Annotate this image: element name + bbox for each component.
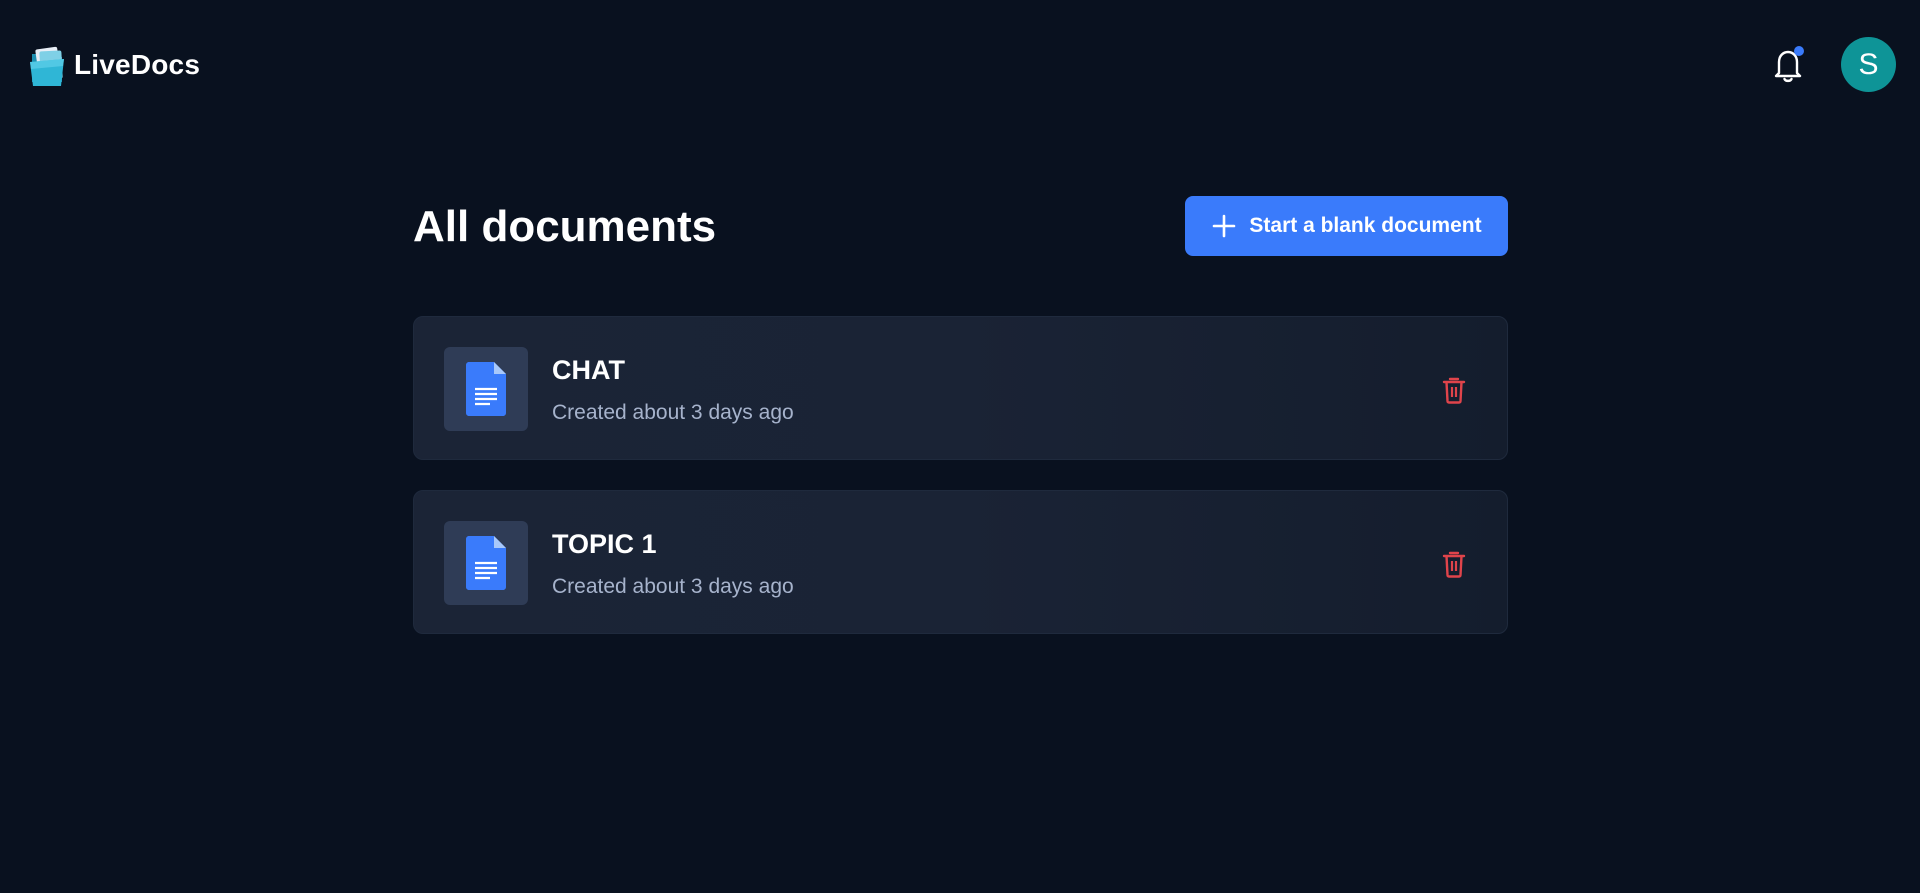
start-blank-document-label: Start a blank document	[1249, 214, 1482, 237]
document-icon	[466, 362, 506, 416]
trash-icon	[1442, 551, 1466, 578]
notifications-button[interactable]	[1770, 45, 1806, 85]
document-title: TOPIC 1	[552, 529, 657, 559]
page-title: All documents	[413, 202, 717, 251]
document-title: CHAT	[552, 355, 625, 385]
trash-icon	[1442, 377, 1466, 404]
document-icon	[466, 536, 506, 590]
start-blank-document-button[interactable]: Start a blank document	[1185, 196, 1508, 256]
document-thumbnail	[444, 347, 528, 431]
plus-icon	[1213, 214, 1236, 238]
delete-document-button[interactable]	[1439, 375, 1469, 405]
avatar-initial: S	[1858, 47, 1879, 81]
document-card[interactable]: TOPIC 1 Created about 3 days ago	[413, 490, 1508, 634]
document-thumbnail	[444, 521, 528, 605]
document-created-time: Created about 3 days ago	[552, 401, 794, 424]
document-created-time: Created about 3 days ago	[552, 575, 794, 598]
brand-name: LiveDocs	[74, 49, 201, 80]
bell-icon	[1774, 46, 1804, 83]
avatar[interactable]: S	[1841, 37, 1896, 92]
app-header: LiveDocs S	[0, 0, 1920, 130]
brand-link[interactable]: LiveDocs	[28, 42, 200, 88]
document-card[interactable]: CHAT Created about 3 days ago	[413, 316, 1508, 460]
delete-document-button[interactable]	[1439, 549, 1469, 579]
document-list: CHAT Created about 3 days ago TOPIC 1 Cr…	[413, 316, 1508, 634]
folder-docs-icon	[30, 46, 64, 86]
